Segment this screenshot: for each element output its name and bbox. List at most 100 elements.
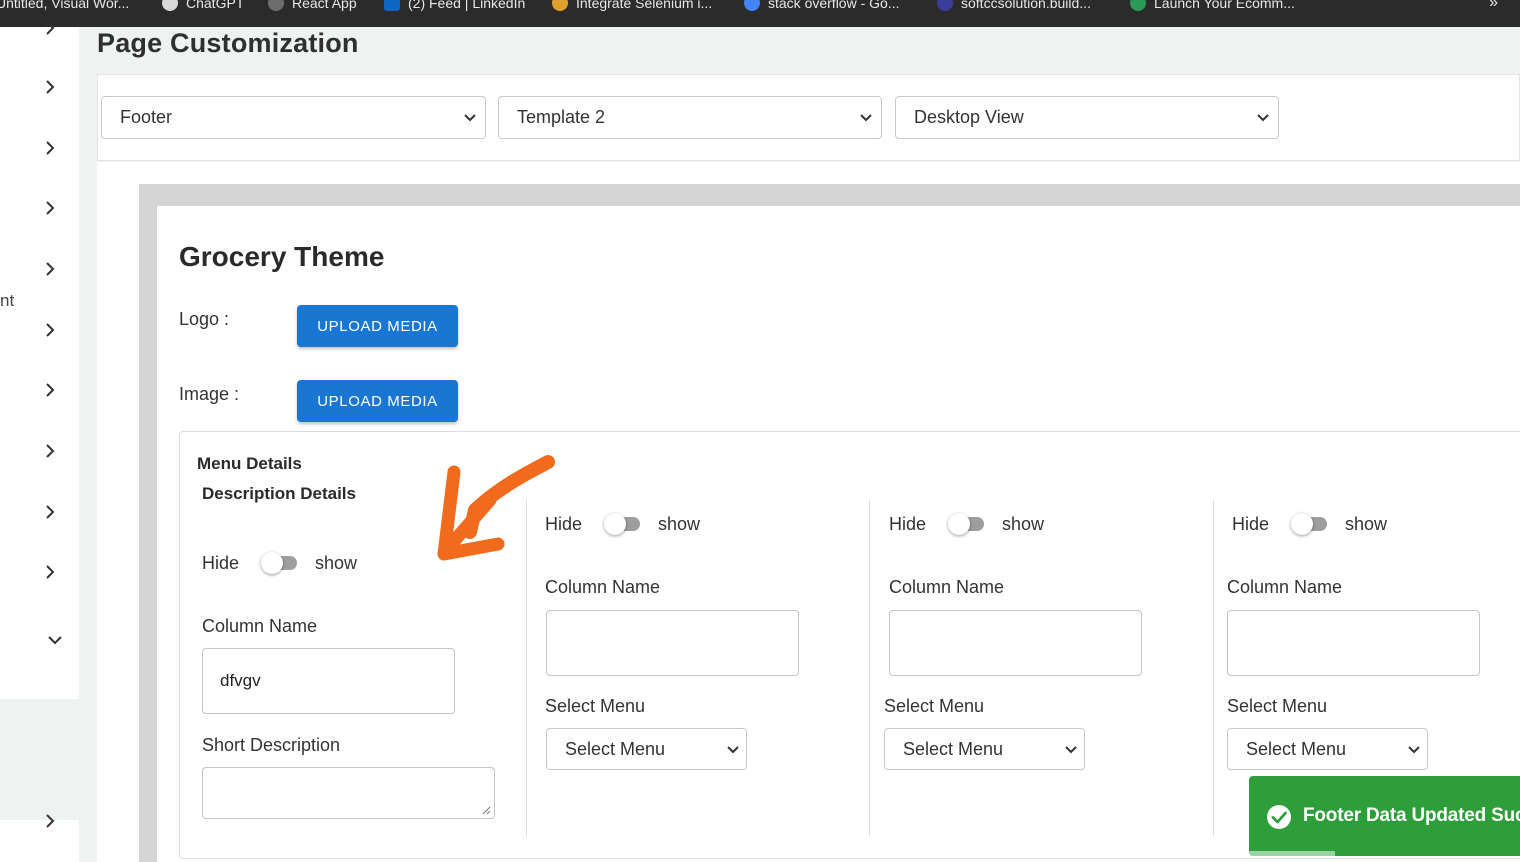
bookmark-label: Launch Your Ecomm...: [1154, 0, 1295, 11]
check-circle-icon: [1267, 805, 1291, 829]
bookmark-label: softccsolution.build...: [961, 0, 1091, 11]
select-menu-label: Select Menu: [545, 696, 646, 716]
chevron-right-icon[interactable]: [42, 504, 58, 520]
chevron-right-icon[interactable]: [42, 564, 58, 580]
visibility-switch[interactable]: [948, 513, 988, 535]
bookmark-item[interactable]: Integrate Selenium i...: [552, 0, 712, 13]
menu-details-heading: Menu Details: [197, 454, 302, 473]
bookmark-label: React App: [292, 0, 357, 11]
column-divider: [869, 500, 870, 836]
upload-logo-button[interactable]: UPLOAD MEDIA: [297, 305, 458, 347]
view-select-value: Desktop View: [914, 107, 1024, 127]
bookmark-item[interactable]: Untitled, Visual Wor...: [0, 0, 129, 13]
template-select-value: Template 2: [517, 107, 606, 127]
image-label: Image :: [179, 384, 240, 404]
visibility-switch[interactable]: [261, 552, 301, 574]
bookmark-item[interactable]: softccsolution.build...: [937, 0, 1091, 13]
bookmark-label: (2) Feed | LinkedIn: [408, 0, 526, 11]
sidebar-active-item[interactable]: [0, 699, 79, 820]
hide-label: Hide: [1232, 513, 1270, 534]
upload-image-button[interactable]: UPLOAD MEDIA: [297, 380, 458, 422]
bookmark-item[interactable]: stack overflow - Go...: [744, 0, 899, 13]
show-label: show: [1345, 513, 1388, 534]
short-description-textarea[interactable]: [202, 767, 495, 819]
hide-label: Hide: [889, 513, 927, 534]
sidebar: nt: [0, 21, 79, 862]
select-placeholder: Select Menu: [903, 738, 1004, 759]
logo-label: Logo :: [179, 309, 230, 329]
select-menu-label: Select Menu: [1227, 696, 1328, 716]
chevron-down-icon: [1256, 111, 1270, 125]
description-visibility-toggle: Hide show: [202, 552, 357, 574]
chevron-right-icon[interactable]: [42, 813, 58, 829]
chatgpt-icon: [162, 0, 178, 11]
chevron-right-icon[interactable]: [42, 382, 58, 398]
select-menu-label: Select Menu: [884, 696, 985, 716]
bookmark-item[interactable]: (2) Feed | LinkedIn: [384, 0, 525, 13]
chevron-right-icon[interactable]: [42, 443, 58, 459]
description-column-name-input[interactable]: dfvgv: [202, 648, 455, 714]
success-toast[interactable]: Footer Data Updated Succe: [1249, 776, 1520, 856]
hide-label: Hide: [202, 552, 240, 573]
menu2-visibility-toggle: Hide show: [889, 513, 1044, 535]
chevron-down-icon[interactable]: [47, 632, 63, 648]
shield-icon: [937, 0, 953, 11]
description-details-heading: Description Details: [202, 484, 356, 503]
menu2-select[interactable]: Select Menu: [884, 728, 1085, 770]
chrome-icon: [552, 0, 568, 11]
visibility-switch[interactable]: [604, 513, 644, 535]
bookmark-label: ChatGPT: [186, 0, 245, 11]
select-placeholder: Select Menu: [1246, 738, 1347, 759]
chevron-right-icon[interactable]: [42, 200, 58, 216]
column-name-label: Column Name: [545, 577, 661, 597]
menu3-visibility-toggle: Hide show: [1232, 513, 1387, 535]
chevron-right-icon[interactable]: [42, 322, 58, 338]
section-select-value: Footer: [120, 107, 173, 127]
toast-message: Footer Data Updated Succe: [1303, 805, 1520, 826]
menu3-column-name-input[interactable]: [1227, 610, 1480, 676]
column-name-label: Column Name: [202, 616, 318, 636]
chevron-down-icon: [1407, 743, 1421, 757]
bookmark-label: Untitled, Visual Wor...: [0, 0, 130, 11]
bookmark-label: Integrate Selenium i...: [576, 0, 713, 11]
menu2-column-name-input[interactable]: [889, 610, 1142, 676]
bookmarks-bar: Untitled, Visual Wor... ChatGPT React Ap…: [0, 0, 1520, 27]
chevron-right-icon[interactable]: [42, 20, 58, 36]
google-icon: [744, 0, 760, 11]
bookmarks-overflow-button[interactable]: »: [1489, 0, 1498, 12]
input-value: dfvgv: [220, 671, 261, 690]
bookmark-item[interactable]: React App: [268, 0, 357, 13]
sidebar-gutter: [79, 27, 97, 862]
globe-icon: [268, 0, 284, 11]
view-select[interactable]: Desktop View: [895, 96, 1279, 139]
chevron-down-icon: [463, 111, 477, 125]
sidebar-item-label: nt: [0, 291, 15, 310]
theme-title: Grocery Theme: [179, 241, 385, 272]
section-select[interactable]: Footer: [101, 96, 486, 139]
column-name-label: Column Name: [889, 577, 1005, 597]
page-title: Page Customization: [97, 28, 359, 58]
menu1-visibility-toggle: Hide show: [545, 513, 700, 535]
chevron-right-icon[interactable]: [42, 261, 58, 277]
select-placeholder: Select Menu: [565, 738, 666, 759]
chevron-right-icon[interactable]: [42, 79, 58, 95]
toast-progress-bar: [1249, 851, 1335, 856]
template-select[interactable]: Template 2: [498, 96, 882, 139]
chevron-right-icon[interactable]: [42, 140, 58, 156]
menu3-select[interactable]: Select Menu: [1227, 728, 1428, 770]
menu1-select[interactable]: Select Menu: [546, 728, 747, 770]
chevron-down-icon: [726, 743, 740, 757]
chevron-down-icon: [1064, 743, 1078, 757]
visibility-switch[interactable]: [1291, 513, 1331, 535]
show-label: show: [658, 513, 701, 534]
bookmark-item[interactable]: Launch Your Ecomm...: [1130, 0, 1295, 13]
column-name-label: Column Name: [1227, 577, 1343, 597]
short-description-label: Short Description: [202, 735, 341, 755]
bookmark-item[interactable]: ChatGPT: [162, 0, 244, 13]
resize-grip-icon[interactable]: [481, 805, 491, 815]
leaf-icon: [1130, 0, 1146, 11]
chevron-down-icon: [859, 111, 873, 125]
menu1-column-name-input[interactable]: [546, 610, 799, 676]
linkedin-icon: [384, 0, 400, 11]
show-label: show: [1002, 513, 1045, 534]
